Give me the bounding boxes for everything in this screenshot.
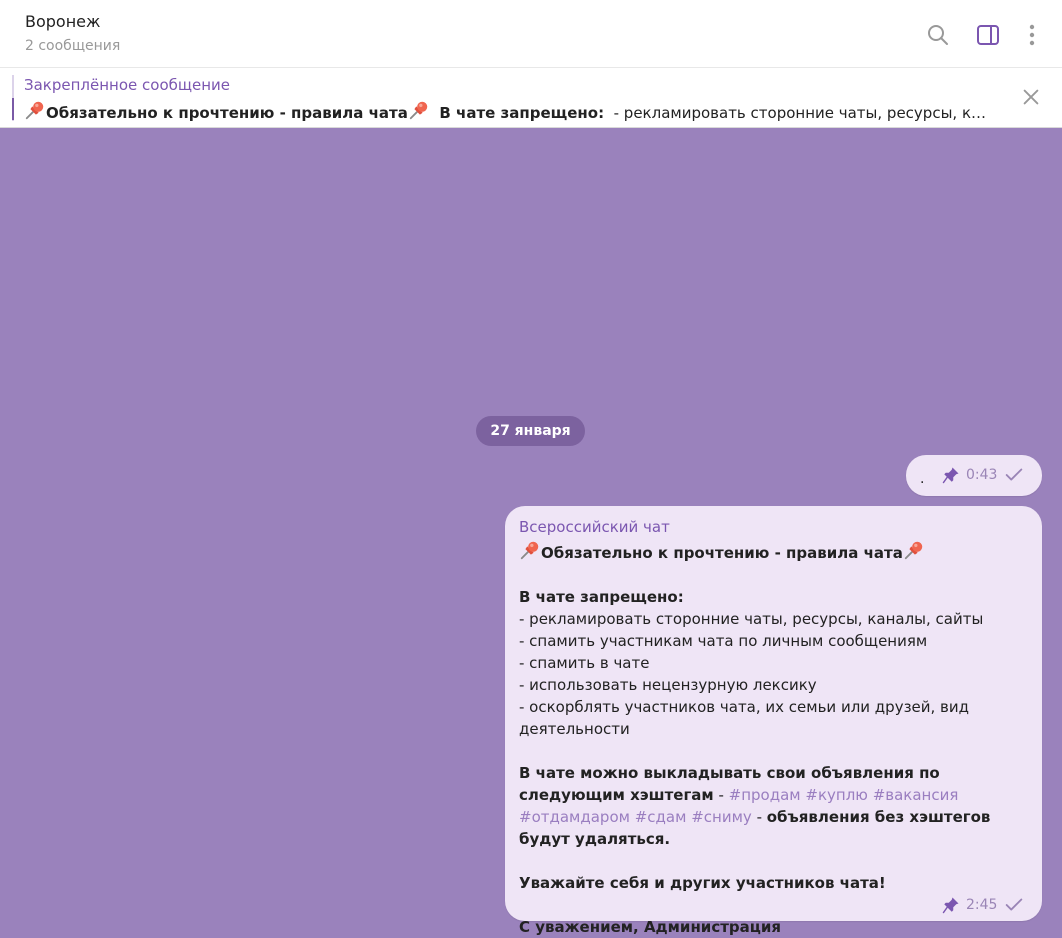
hashtag-link[interactable]: #куплю [805,786,868,804]
chat-header: Воронеж 2 сообщения [0,0,1062,68]
check-icon [1006,468,1023,481]
forbidden-item: - оскорблять участников чата, их семьи и… [519,698,970,738]
message-time: 2:45 [966,897,998,913]
hashtag-link[interactable]: #продам [729,786,801,804]
forbidden-item: - использовать нецензурную лексику [519,676,817,694]
search-button[interactable] [923,20,953,50]
search-icon [928,25,948,45]
rules-headline: Обязательно к прочтению - правила чата [541,544,903,562]
message-body: Обязательно к прочтению - правила чата В… [519,539,1029,938]
ads-dash: - [713,786,729,804]
pin-icon [942,467,959,484]
message-bubble[interactable]: . 0:43 [906,455,1042,496]
pinned-message-bar[interactable]: Закреплённое сообщение Обязательно к про… [0,68,1062,128]
date-separator: 27 января [476,416,585,446]
forbidden-item: - рекламировать сторонние чаты, ресурсы,… [519,610,984,628]
respect-line: Уважайте себя и других участников чата! [519,874,886,892]
ads-paragraph: В чате можно выкладывать свои объявления… [519,762,1029,850]
pushpin-emoji-icon [408,99,430,121]
pinned-forbidden-title: В чате запрещено: [439,104,605,122]
pinned-preview: Обязательно к прочтению - правила чата В… [24,99,994,122]
pushpin-emoji-icon [24,99,46,121]
forbidden-item: - спамить в чате [519,654,650,672]
message-meta: 2:45 [942,896,1025,914]
more-button[interactable] [1017,20,1047,50]
signature: С уважением, Администрация [519,918,782,936]
more-vertical-icon [1029,24,1035,46]
pushpin-emoji-icon [903,539,925,561]
message-text: . [920,471,925,487]
pinned-headline: Обязательно к прочтению - правила чата [46,104,408,122]
close-icon[interactable] [1020,86,1042,108]
hashtag-link[interactable]: #сниму [691,808,752,826]
message-meta: 0:43 [942,466,1025,484]
message-time: 0:43 [966,467,998,483]
hashtag-link[interactable]: #вакансия [873,786,959,804]
sidebar-toggle-button[interactable] [973,20,1003,50]
pin-icon [942,897,959,914]
pinned-label: Закреплённое сообщение [24,76,231,94]
ads-dash2: - [751,808,767,826]
pushpin-emoji-icon [519,539,541,561]
message-bubble[interactable]: Всероссийский чат Обязательно к прочтени… [505,506,1042,936]
forbidden-item: - спамить участникам чата по личным сооб… [519,632,928,650]
check-icon [1006,898,1023,911]
hashtag-link[interactable]: #сдам [635,808,687,826]
forbidden-title: В чате запрещено: [519,588,684,606]
sidebar-toggle-icon [977,25,999,45]
chat-title[interactable]: Воронеж [25,12,100,31]
sender-name[interactable]: Всероссийский чат [519,518,670,536]
message-count: 2 сообщения [25,38,121,54]
hashtag-link[interactable]: #отдамдаром [519,808,630,826]
pinned-indicator [12,98,14,120]
pinned-rest: - рекламировать сторонние чаты, ресурсы,… [613,104,994,122]
